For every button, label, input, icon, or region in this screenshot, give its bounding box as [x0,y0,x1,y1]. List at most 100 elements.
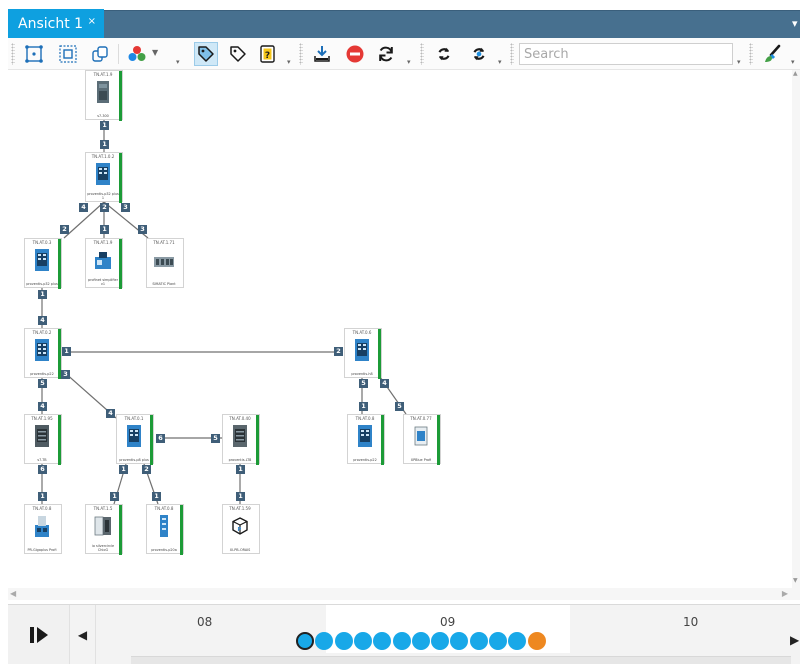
brush-icon[interactable] [760,42,784,66]
port-badge: 3 [61,370,70,379]
rack-icon [154,257,174,267]
port-badge: 6 [38,465,47,474]
chevron-down-icon[interactable]: ▾ [287,58,291,66]
scroll-up-icon[interactable]: ▲ [793,70,798,77]
tab-overflow-icon[interactable]: ▾ [792,17,800,31]
stop-icon[interactable] [343,42,367,66]
timeline-snapshot-dot[interactable] [353,632,372,650]
switch-icon [355,339,369,361]
status-bar [180,505,183,555]
scroll-left-icon[interactable]: ◀ [10,589,16,598]
timeline-track[interactable]: 08 09 10 [97,605,790,653]
timeline-label: 08 [197,615,213,629]
timeline-snapshot-dot[interactable] [489,632,507,650]
device-node[interactable]: TN.AT.1.0.2 proventis-p32 plus 1 [85,152,123,203]
chevron-down-icon[interactable]: ▼ [152,48,158,57]
timeline-snapshot-dot[interactable] [334,632,353,650]
device-node[interactable]: TN.AT.1.71 SIMATIC Plant [146,238,184,288]
port-badge: 5 [359,379,368,388]
status-bar [119,153,122,203]
chevron-down-icon[interactable]: ▾ [498,58,502,66]
status-bar [58,415,61,465]
chevron-down-icon[interactable]: ▾ [791,58,795,66]
group-icon[interactable] [56,42,80,66]
select-all-icon[interactable] [22,42,46,66]
status-bar [119,239,122,289]
toolbar-grip[interactable] [299,43,303,65]
horizontal-scrollbar[interactable]: ◀ ▶ [8,588,792,600]
download-icon[interactable] [310,42,334,66]
device-node[interactable]: TN.AT.0.77 XPBlue Profi [403,414,441,465]
port-badge: 4 [79,203,88,212]
toolbar-grip[interactable] [510,43,514,65]
tab-title: Ansicht 1 [18,15,84,32]
timeline-snapshot-dot[interactable] [469,632,488,650]
scroll-down-icon[interactable]: ▼ [793,577,798,584]
port-badge: 2 [60,225,69,234]
close-icon[interactable]: × [88,16,96,27]
topology-canvas[interactable]: TN.AT.1.9 s7-300 TN.AT.1.0.2 proventis-p… [8,70,792,588]
port-badge: 4 [38,402,47,411]
scroll-right-icon[interactable]: ▶ [782,589,788,598]
tag-icon[interactable] [194,42,218,66]
tab-strip: Ansicht 1 × ▾ [0,0,800,38]
status-bar [150,415,153,465]
port-badge: 3 [121,203,130,212]
device-node[interactable]: TN.AT.0.8 PR-Gigaplus Profi [24,504,62,554]
device-node[interactable]: TN.AT.0.1 proventis-p8 plus [116,414,154,465]
timeline-snapshot-dot[interactable] [411,632,430,650]
search-input[interactable]: Search [519,43,733,65]
device-node[interactable]: TN.AT.0.2 proventis-p22 [24,328,62,379]
port-badge: 1 [100,121,109,130]
rail-module-icon [160,515,168,537]
timeline-scrollbar[interactable] [131,656,791,664]
device-node[interactable]: TN.AT.0.6 proventis-h8 [344,328,382,379]
colors-icon[interactable] [125,42,149,66]
switch-icon [358,425,372,447]
help-label-icon[interactable]: ? [256,42,280,66]
chevron-down-icon[interactable]: ▾ [407,58,411,66]
timeline-panel: ◀ 08 09 10 ▶ [8,604,800,664]
device-node[interactable]: TN.AT.0.8 proventis-p20a [146,504,184,555]
tab-ansicht-1[interactable]: Ansicht 1 × [8,9,104,38]
sync-icon[interactable] [432,42,456,66]
toolbar-grip[interactable] [11,43,15,65]
device-node[interactable]: TN.AT.1.59 P XI-PB-ORAIS [222,504,260,554]
timeline-snapshot-dot[interactable] [527,632,546,650]
timeline-forward-icon[interactable]: ▶ [790,633,799,647]
device-node[interactable]: TN.AT.0.3 proventis-p32 plus [24,238,62,289]
timeline-snapshot-dot[interactable] [392,632,411,650]
chevron-down-icon[interactable]: ▾ [176,58,180,66]
switch-icon [96,163,110,185]
device-node[interactable]: TN.AT.1.9 profinet simplifier v1 [85,238,123,289]
timeline-snapshot-dot[interactable] [296,632,314,650]
device-icon [35,516,49,537]
link-layer [41,120,407,505]
timeline-back-icon[interactable]: ◀ [70,605,96,664]
port-badge: 1 [110,492,119,501]
device-node[interactable]: TN.AT.1.95 s7-TB [24,414,62,465]
copy-icon[interactable] [88,42,112,66]
device-node[interactable]: TN.AT.0.8 proventis-p22 [347,414,385,465]
device-node[interactable]: TN.AT.1.5 io silvercircle ChioG [85,504,123,555]
port-badge: 6 [156,434,165,443]
chevron-down-icon[interactable]: ▾ [737,58,741,66]
status-bar [119,71,122,121]
tag-outline-icon[interactable] [226,42,250,66]
port-badge: 4 [38,316,47,325]
vertical-scrollbar[interactable]: ▲ ▼ [792,70,800,600]
port-badge: 4 [380,379,389,388]
refresh-icon[interactable] [374,42,398,66]
port-badge: 1 [100,225,109,234]
device-node[interactable]: TN.AT.1.9 s7-300 [85,70,123,121]
play-icon[interactable] [8,605,70,664]
port-badge: 3 [138,225,147,234]
timeline-snapshot-dot[interactable] [431,632,450,650]
device-node[interactable]: TN.AT.0.40 proventis-LT8 [222,414,260,465]
toolbar-grip[interactable] [420,43,424,65]
toolbar-grip[interactable] [749,43,753,65]
port-badge: 1 [236,465,245,474]
sync-blue-icon[interactable] [467,42,491,66]
port-badge: 1 [62,347,71,356]
toolbar-separator [118,44,119,64]
